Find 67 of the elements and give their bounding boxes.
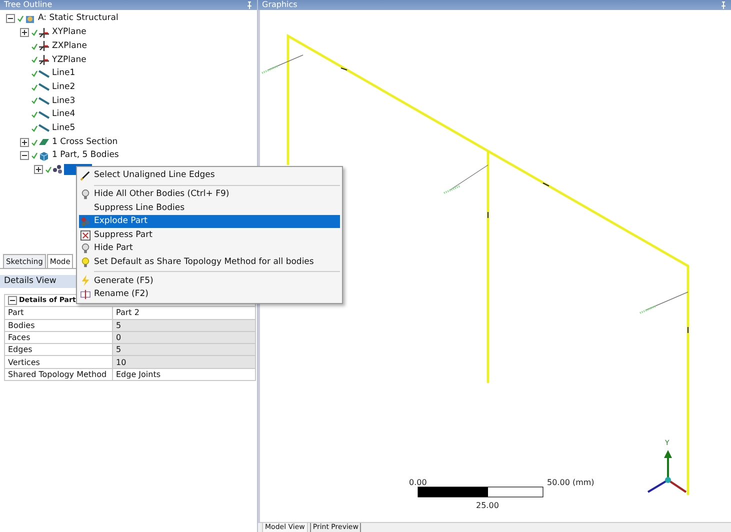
menu-item[interactable]: Explode Part (79, 214, 340, 228)
axes-icon (38, 54, 50, 66)
property-value: 5 (112, 319, 256, 332)
property-name: Edges (4, 344, 112, 356)
property-name: Vertices (4, 356, 112, 368)
expand-toggle[interactable] (20, 28, 29, 38)
menu-item[interactable]: Generate (F5) (79, 274, 340, 288)
gears-icon (79, 216, 92, 228)
menu-item[interactable]: Suppress Part (79, 228, 340, 242)
expand-toggle[interactable] (34, 164, 43, 174)
section-marker (444, 164, 488, 194)
scale-label: 0.00 (409, 477, 427, 489)
expand-toggle[interactable] (20, 151, 29, 160)
rename-icon (79, 289, 92, 300)
axis-triad-icon (647, 450, 687, 493)
menu-item[interactable]: Suppress Line Bodies (79, 201, 340, 215)
expand-toggle[interactable] (6, 14, 15, 24)
panel-title: Graphics (262, 0, 298, 10)
property-name: Part (4, 306, 112, 320)
property-value[interactable]: Part 2 (112, 306, 256, 320)
lightning-icon (79, 275, 92, 286)
line-icon (38, 68, 50, 80)
axes-icon (38, 40, 50, 52)
menu-item[interactable]: Hide Part (79, 242, 340, 256)
bodies-icon (52, 163, 64, 176)
tree-item[interactable]: Line5 (50, 122, 78, 135)
section-marker (640, 292, 688, 314)
tree-item[interactable]: XYPlane (50, 26, 88, 39)
property-value: 0 (112, 331, 256, 344)
tree-item[interactable]: 1 Cross Section (50, 136, 120, 148)
scale-label: 25.00 (476, 500, 499, 512)
section-marker (262, 54, 304, 74)
tree-item[interactable]: ZXPlane (50, 40, 89, 53)
cube-icon (38, 150, 50, 162)
tree-item[interactable]: Line1 (50, 67, 78, 80)
suppress-icon (79, 230, 92, 241)
pencil-icon (79, 170, 92, 182)
menu-item[interactable]: Select Unaligned Line Edges (79, 169, 340, 183)
tree-item[interactable]: Line4 (50, 108, 78, 122)
bulb-icon (79, 243, 92, 254)
property-value: 5 (112, 344, 256, 356)
tree-item[interactable]: Line2 (50, 80, 78, 94)
expand-toggle[interactable] (20, 138, 29, 147)
line-icon (38, 122, 50, 134)
tree-item[interactable]: Line3 (50, 94, 78, 108)
axes-icon (38, 26, 50, 39)
collapse-toggle[interactable] (8, 296, 17, 305)
property-name: Shared Topology Method (4, 368, 112, 381)
tree-item[interactable]: A: Static Structural (36, 12, 120, 26)
bulb-icon (79, 188, 92, 200)
panel-title: Tree Outline (4, 0, 52, 10)
scale-label: 50.00 (mm) (547, 477, 594, 489)
bulb-icon (79, 256, 92, 268)
pin-icon[interactable] (246, 0, 253, 10)
property-value[interactable]: Edge Joints (112, 368, 256, 381)
menu-item[interactable]: Set Default as Share Topology Method for all bodies (79, 256, 340, 270)
tree-item[interactable]: YZPlane (50, 54, 88, 66)
menu-item[interactable]: Hide All Other Bodies (Ctrl+ F9) (79, 188, 340, 202)
pin-icon[interactable] (720, 0, 727, 10)
tree-item[interactable]: 1 Part, 5 Bodies (50, 149, 121, 162)
property-name: Faces (4, 331, 112, 344)
line-icon (38, 94, 50, 107)
line-icon (38, 81, 50, 94)
property-value: 10 (112, 356, 256, 368)
menu-item[interactable]: Rename (F2) (79, 288, 340, 302)
property-name: Bodies (4, 319, 112, 332)
line-icon (38, 108, 50, 121)
